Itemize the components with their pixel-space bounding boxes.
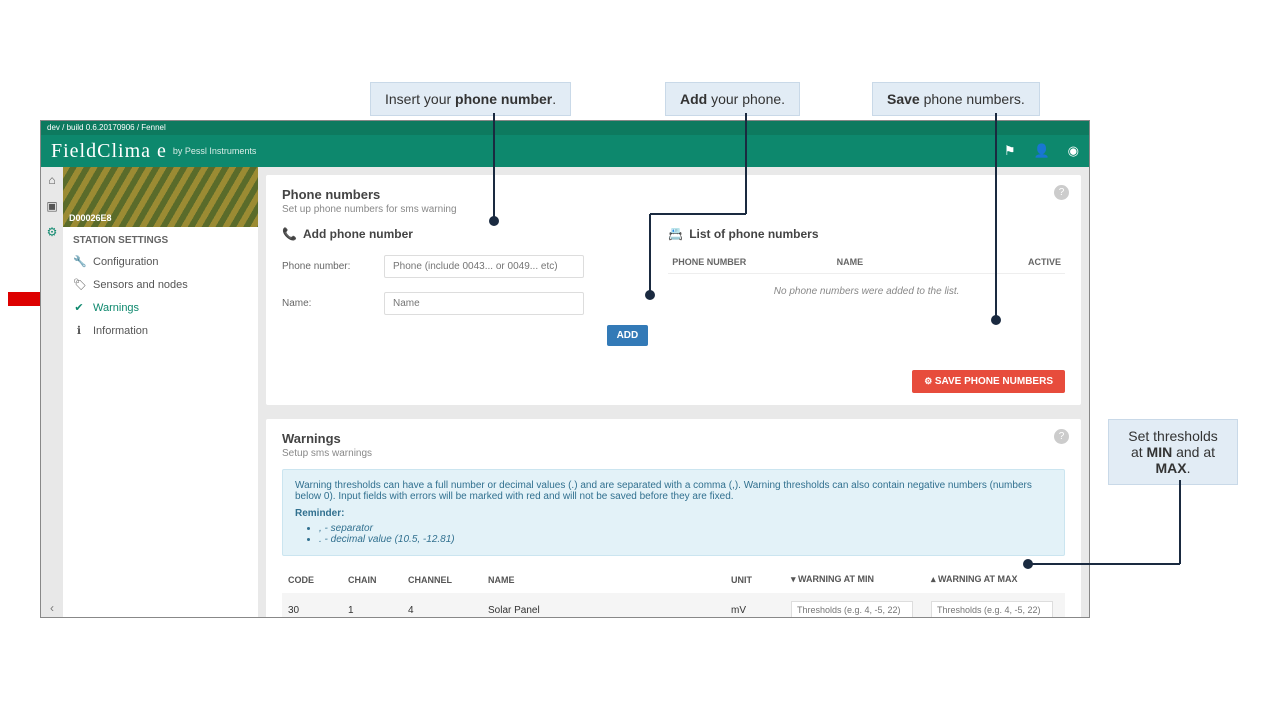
- th-warn-max[interactable]: ▴ WARNING AT MAX: [925, 566, 1065, 593]
- name-label: Name:: [282, 298, 372, 309]
- collapse-sidebar-icon[interactable]: ‹: [41, 599, 63, 617]
- callout-save-phones: Save phone numbers.: [872, 82, 1040, 116]
- sidebar-item-label: Warnings: [93, 302, 139, 314]
- help-icon[interactable]: ?: [1054, 185, 1069, 200]
- sidebar-item-configuration[interactable]: 🔧 Configuration: [63, 250, 258, 273]
- warnings-table: CODE CHAIN CHANNEL NAME UNIT ▾ WARNING A…: [282, 566, 1065, 617]
- sidebar-item-warnings[interactable]: ✔ Warnings: [63, 296, 258, 319]
- content-area: ? Phone numbers Set up phone numbers for…: [258, 167, 1089, 617]
- logo-subtitle: by Pessl Instruments: [173, 146, 257, 156]
- callout-insert-phone: Insert your phone number.: [370, 82, 571, 116]
- tag-icon: 🏷: [73, 278, 85, 291]
- sidebar-item-label: Information: [93, 325, 148, 337]
- add-phone-header: 📞 Add phone number: [282, 227, 648, 241]
- home-icon[interactable]: ⌂: [45, 173, 59, 187]
- sidebar-item-sensors[interactable]: 🏷 Sensors and nodes: [63, 273, 258, 296]
- callout-thresholds: Set thresholds at MIN and at MAX.: [1108, 419, 1238, 485]
- cell-channel: 4: [402, 593, 482, 617]
- warning-max-input[interactable]: [931, 601, 1053, 617]
- panel-subtitle: Set up phone numbers for sms warning: [282, 204, 1065, 215]
- empty-list-message: No phone numbers were added to the list.: [668, 274, 1065, 309]
- col-phone: PHONE NUMBER: [672, 257, 836, 267]
- col-name: NAME: [837, 257, 1001, 267]
- shield-check-icon: ✔: [73, 301, 85, 314]
- logo: FieldClima e: [51, 140, 167, 163]
- phone-icon: 📞: [282, 227, 297, 241]
- th-unit[interactable]: UNIT: [725, 566, 785, 593]
- callout-add-phone: Add your phone.: [665, 82, 800, 116]
- contacts-icon: 📇: [668, 227, 683, 241]
- cell-unit: mV: [725, 593, 785, 617]
- list-phone-header: 📇 List of phone numbers: [668, 227, 1065, 241]
- table-row: 3014Solar PanelmV: [282, 593, 1065, 617]
- panel-subtitle: Setup sms warnings: [282, 448, 1065, 459]
- phone-number-input[interactable]: [384, 255, 584, 278]
- name-input[interactable]: [384, 292, 584, 315]
- cell-name: Solar Panel: [482, 593, 725, 617]
- station-image[interactable]: D00026E8: [63, 167, 258, 227]
- th-code[interactable]: CODE: [282, 566, 342, 593]
- settings-icon[interactable]: ⚙: [45, 225, 59, 239]
- breadcrumb: dev / build 0.6.20170906 / Fennel: [41, 121, 1089, 135]
- help-icon[interactable]: ?: [1054, 429, 1069, 444]
- sidebar: D00026E8 STATION SETTINGS 🔧 Configuratio…: [63, 167, 258, 342]
- topbar: FieldClima e by Pessl Instruments ⚑ 👤 ◉: [41, 135, 1089, 167]
- sidebar-item-label: Sensors and nodes: [93, 279, 188, 291]
- cell-chain: 1: [342, 593, 402, 617]
- user-icon[interactable]: 👤: [1033, 143, 1049, 159]
- wrench-icon: 🔧: [73, 255, 85, 268]
- info-icon: ℹ: [73, 324, 85, 337]
- broadcast-icon[interactable]: ◉: [1068, 143, 1079, 159]
- station-id: D00026E8: [69, 213, 112, 223]
- app-window: dev / build 0.6.20170906 / Fennel FieldC…: [40, 120, 1090, 618]
- flag-icon[interactable]: ⚑: [1004, 143, 1016, 159]
- col-active: ACTIVE: [1001, 257, 1061, 267]
- cell-code: 30: [282, 593, 342, 617]
- panel-title: Phone numbers: [282, 187, 1065, 202]
- sidebar-item-label: Configuration: [93, 256, 158, 268]
- th-warn-min[interactable]: ▾ WARNING AT MIN: [785, 566, 925, 593]
- th-channel[interactable]: CHANNEL: [402, 566, 482, 593]
- sidebar-item-information[interactable]: ℹ Information: [63, 319, 258, 342]
- th-chain[interactable]: CHAIN: [342, 566, 402, 593]
- add-button[interactable]: ADD: [607, 325, 649, 346]
- save-phone-numbers-button[interactable]: SAVE PHONE NUMBERS: [912, 370, 1065, 393]
- phone-number-label: Phone number:: [282, 261, 372, 272]
- th-name[interactable]: NAME: [482, 566, 725, 593]
- info-box: Warning thresholds can have a full numbe…: [282, 469, 1065, 556]
- warnings-panel: ? Warnings Setup sms warnings Warning th…: [266, 419, 1081, 617]
- panel-title: Warnings: [282, 431, 1065, 446]
- chart-icon[interactable]: ▣: [45, 199, 59, 213]
- phone-numbers-panel: ? Phone numbers Set up phone numbers for…: [266, 175, 1081, 405]
- icon-rail: ⌂ ▣ ⚙: [41, 167, 63, 617]
- warning-min-input[interactable]: [791, 601, 913, 617]
- sidebar-section-header: STATION SETTINGS: [63, 227, 258, 250]
